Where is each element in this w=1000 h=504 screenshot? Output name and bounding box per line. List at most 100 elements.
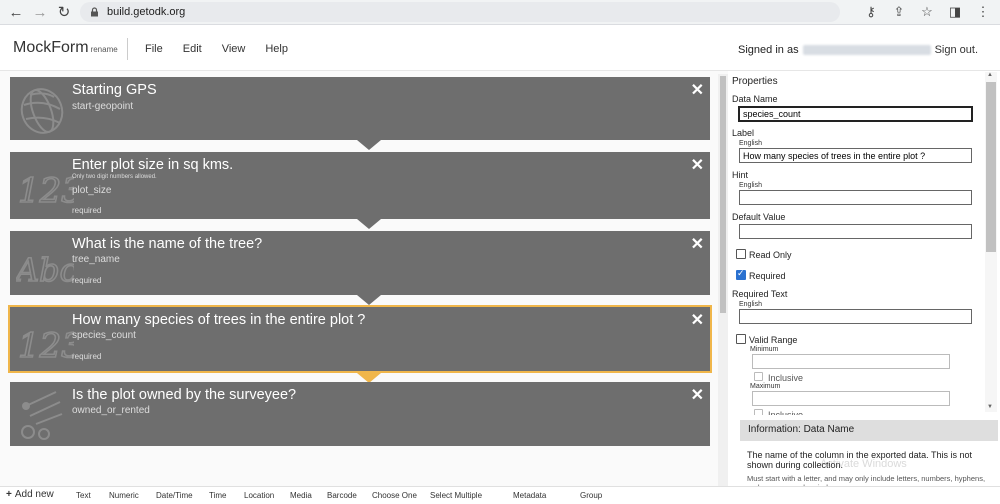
valid-range-label: Valid Range (749, 335, 798, 345)
question-name: owned_or_rented (72, 405, 150, 416)
text-abc-icon: Abc (16, 250, 74, 290)
question-name: species_count (72, 330, 136, 341)
question-card[interactable]: Starting GPS start-geopoint ✕ (10, 77, 710, 140)
question-hint: Only two digit numbers allowed. (72, 174, 157, 180)
close-icon[interactable]: ✕ (691, 80, 704, 100)
add-datetime-button[interactable]: Date/Time (156, 491, 193, 500)
form-title-text: MockForm (13, 39, 89, 56)
flow-arrow (357, 295, 381, 305)
question-card[interactable]: Is the plot owned by the surveyee? owned… (10, 382, 710, 446)
browser-toolbar: ← → ↻ build.getodk.org ⚷ ⇪ ☆ ◨ ⋮ (0, 0, 1000, 25)
sign-out-link[interactable]: Sign out. (935, 44, 978, 56)
add-location-button[interactable]: Location (244, 491, 274, 500)
default-value-label: Default Value (732, 212, 786, 222)
rename-link[interactable]: rename (91, 45, 118, 54)
main-menu: File Edit View Help (145, 43, 288, 55)
add-text-button[interactable]: Text (76, 491, 91, 500)
scroll-up-icon[interactable]: ▲ (987, 72, 993, 78)
question-name: tree_name (72, 254, 120, 265)
user-email-redacted (802, 45, 931, 56)
label-language: English (739, 140, 762, 147)
read-only-checkbox[interactable] (736, 249, 746, 259)
address-bar[interactable]: build.getodk.org (80, 2, 840, 22)
hint-field[interactable] (739, 190, 972, 205)
add-numeric-button[interactable]: Numeric (109, 491, 139, 500)
label-field[interactable] (739, 148, 972, 163)
properties-scrollbar-thumb[interactable] (986, 82, 996, 252)
label-label: Label (732, 128, 755, 138)
number-123-icon: 123 (17, 170, 74, 212)
hint-language: English (739, 182, 762, 189)
close-icon[interactable]: ✕ (691, 310, 704, 330)
add-time-button[interactable]: Time (209, 491, 226, 500)
add-select-multiple-button[interactable]: Select Multiple (430, 491, 482, 500)
url-text: build.getodk.org (107, 6, 186, 18)
required-text-field[interactable] (739, 309, 972, 324)
flow-arrow (357, 219, 381, 229)
add-question-toolbar: + Add new Text Numeric Date/Time Time Loc… (0, 486, 1000, 504)
info-heading: Information: Data Name (740, 420, 998, 441)
select-one-icon (21, 391, 63, 440)
required-text-language: English (739, 301, 762, 308)
close-icon[interactable]: ✕ (691, 385, 704, 405)
question-title: What is the name of the tree? (72, 236, 263, 252)
required-text-label: Required Text (732, 289, 788, 299)
close-icon[interactable]: ✕ (691, 155, 704, 175)
close-icon[interactable]: ✕ (691, 234, 704, 254)
maximum-field[interactable] (752, 391, 950, 406)
share-icon[interactable]: ⇪ (890, 4, 908, 20)
key-icon[interactable]: ⚷ (862, 4, 880, 20)
flow-arrow (357, 140, 381, 150)
add-metadata-button[interactable]: Metadata (513, 491, 546, 500)
question-name: plot_size (72, 185, 112, 196)
data-name-label: Data Name (732, 94, 778, 104)
signin-status: Signed in as Sign out. (738, 44, 978, 56)
os-watermark: Activate Windows (820, 458, 907, 470)
question-card[interactable]: Abc What is the name of the tree? tree_n… (10, 231, 710, 295)
lock-icon (91, 7, 98, 17)
required-flag: required (72, 206, 102, 215)
question-title: Starting GPS (72, 82, 157, 98)
hint-label: Hint (732, 170, 749, 180)
required-checkbox[interactable] (736, 268, 746, 280)
question-name: start-geopoint (72, 101, 134, 112)
question-title: How many species of trees in the entire … (72, 312, 366, 328)
minimum-field[interactable] (752, 354, 950, 369)
more-menu-icon[interactable]: ⋮ (974, 4, 992, 20)
required-label: Required (749, 271, 786, 281)
add-barcode-button[interactable]: Barcode (327, 491, 357, 500)
maximum-inclusive-checkbox[interactable] (754, 409, 763, 415)
add-media-button[interactable]: Media (290, 491, 312, 500)
question-card-selected[interactable]: 123 How many species of trees in the ent… (8, 305, 712, 373)
question-card[interactable]: 123 Enter plot size in sq kms. Only two … (10, 152, 710, 219)
form-title: MockForm rename (13, 39, 118, 57)
svg-text:123: 123 (18, 326, 74, 366)
sidebar-icon[interactable]: ◨ (946, 4, 964, 20)
menu-edit[interactable]: Edit (183, 43, 202, 55)
default-value-field[interactable] (739, 224, 972, 239)
header-divider (127, 38, 128, 60)
add-group-button[interactable]: Group (580, 491, 602, 500)
add-choose-one-button[interactable]: Choose One (372, 491, 417, 500)
question-title: Enter plot size in sq kms. (72, 157, 234, 173)
maximum-label: Maximum (750, 383, 781, 390)
menu-file[interactable]: File (145, 43, 163, 55)
back-icon[interactable]: ← (4, 0, 28, 24)
workspace-scrollbar-thumb[interactable] (720, 76, 726, 313)
minimum-inclusive-checkbox[interactable] (754, 372, 763, 381)
properties-heading: Properties (732, 76, 778, 87)
forward-icon[interactable]: → (28, 0, 52, 24)
data-name-field[interactable] (738, 106, 973, 122)
required-flag: required (72, 352, 102, 361)
bookmark-star-icon[interactable]: ☆ (918, 4, 936, 20)
signed-in-label: Signed in as (738, 44, 799, 56)
number-123-icon: 123 (17, 325, 74, 367)
menu-view[interactable]: View (222, 43, 246, 55)
app-header: MockForm rename File Edit View Help Signe… (0, 25, 1000, 71)
svg-text:123: 123 (18, 171, 74, 211)
menu-help[interactable]: Help (265, 43, 288, 55)
reload-icon[interactable]: ↻ (52, 0, 76, 24)
scroll-down-icon[interactable]: ▼ (987, 404, 993, 410)
valid-range-checkbox[interactable] (736, 334, 746, 344)
read-only-label: Read Only (749, 250, 792, 260)
